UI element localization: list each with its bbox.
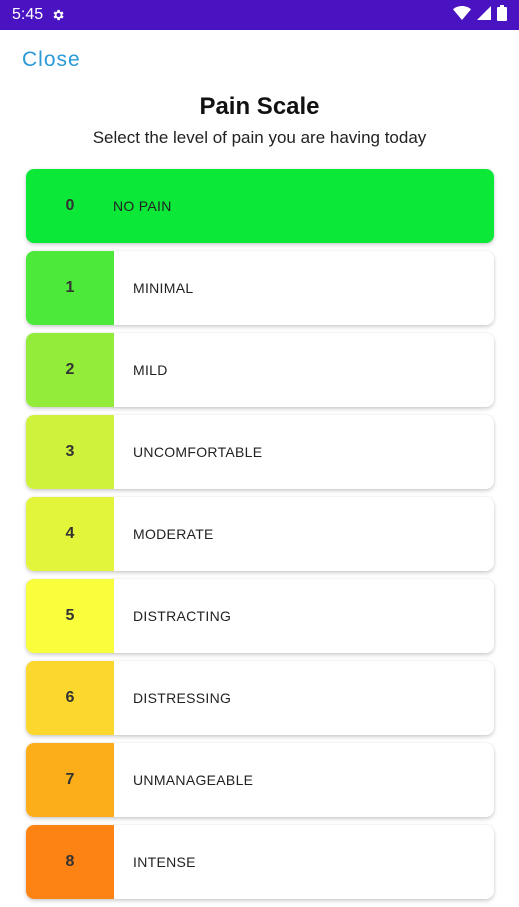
pain-level-3[interactable]: 3 UNCOMFORTABLE <box>26 415 494 489</box>
page-subtitle: Select the level of pain you are having … <box>92 128 427 147</box>
pain-level-label: UNCOMFORTABLE <box>133 444 263 460</box>
pain-level-label: DISTRACTING <box>133 608 232 624</box>
pain-level-8[interactable]: 8 INTENSE <box>26 825 494 899</box>
pain-level-label: MILD <box>133 362 168 378</box>
page-title: Pain Scale <box>199 93 320 120</box>
signal-icon <box>477 5 491 25</box>
pain-level-number: 3 <box>26 415 114 489</box>
pain-level-label: NO PAIN <box>113 198 172 214</box>
pain-level-label: UNMANAGEABLE <box>133 772 254 788</box>
pain-level-number: 5 <box>26 579 114 653</box>
status-time: 5:45 <box>12 6 44 23</box>
pain-level-number: 8 <box>26 825 114 899</box>
pain-level-number: 7 <box>26 743 114 817</box>
pain-level-label: MINIMAL <box>133 280 194 296</box>
pain-level-number: 0 <box>65 197 75 214</box>
pain-level-label: MODERATE <box>133 526 214 542</box>
gear-icon <box>51 8 65 22</box>
pain-level-label: INTENSE <box>133 854 196 870</box>
pain-level-1[interactable]: 1 MINIMAL <box>26 251 494 325</box>
close-button[interactable]: Close <box>22 48 81 72</box>
pain-level-2[interactable]: 2 MILD <box>26 333 494 407</box>
pain-level-7[interactable]: 7 UNMANAGEABLE <box>26 743 494 817</box>
status-bar: 5:45 <box>0 0 519 30</box>
pain-level-number: 2 <box>26 333 114 407</box>
pain-level-6[interactable]: 6 DISTRESSING <box>26 661 494 735</box>
battery-icon <box>497 4 507 26</box>
pain-level-0[interactable]: 0 NO PAIN <box>26 169 494 243</box>
pain-level-number: 6 <box>26 661 114 735</box>
pain-level-5[interactable]: 5 DISTRACTING <box>26 579 494 653</box>
pain-level-4[interactable]: 4 MODERATE <box>26 497 494 571</box>
pain-level-number: 4 <box>26 497 114 571</box>
pain-scale-list: 0 NO PAIN 1 MINIMAL 2 MILD 3 UNCOMFORTAB… <box>26 169 494 907</box>
pain-level-number: 1 <box>26 251 114 325</box>
pain-level-label: DISTRESSING <box>133 690 232 706</box>
wifi-icon <box>453 5 471 25</box>
